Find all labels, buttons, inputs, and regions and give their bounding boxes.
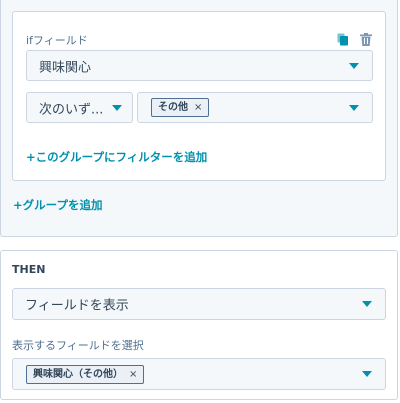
add-group-link[interactable]: +グループを追加 [13,197,102,213]
field-select-value: 興味関心 [39,60,92,75]
filter-group-card: ifフィールド 興味関心 次のいず... その他 × +このグループにフィルター… [12,11,386,181]
operator-select[interactable]: 次のいず... [26,92,133,123]
caret-down-icon [362,371,372,377]
action-select[interactable]: フィールドを表示 [12,288,386,320]
field-select[interactable]: 興味関心 [26,50,373,81]
caret-down-icon [349,62,359,69]
trash-icon[interactable] [360,31,372,46]
tag-remove-icon[interactable]: × [129,369,137,380]
caret-down-icon [112,104,122,111]
field-tag: 興味関心（その他） × [26,365,145,384]
if-condition-panel: ifフィールド 興味関心 次のいず... その他 × +このグループにフィルター… [0,0,398,237]
values-select[interactable]: その他 × [137,92,373,123]
caret-down-icon [362,301,372,307]
then-action-panel: THEN フィールドを表示 表示するフィールドを選択 興味関心（その他） × [0,250,398,400]
action-select-value: フィールドを表示 [25,298,129,314]
caret-down-icon [349,104,359,111]
then-title: THEN [12,263,46,276]
add-filter-to-group-link[interactable]: +このグループにフィルターを追加 [26,149,207,165]
field-tag-label: 興味関心（その他） [33,369,123,380]
value-tag: その他 × [151,98,210,117]
if-field-label: ifフィールド [26,34,88,47]
copy-icon[interactable] [337,31,349,46]
value-tag-label: その他 [158,102,188,113]
fields-select[interactable]: 興味関心（その他） × [12,358,386,390]
operator-select-value: 次のいず... [39,102,104,117]
tag-remove-icon[interactable]: × [194,102,202,113]
fields-select-label: 表示するフィールドを選択 [12,339,144,352]
